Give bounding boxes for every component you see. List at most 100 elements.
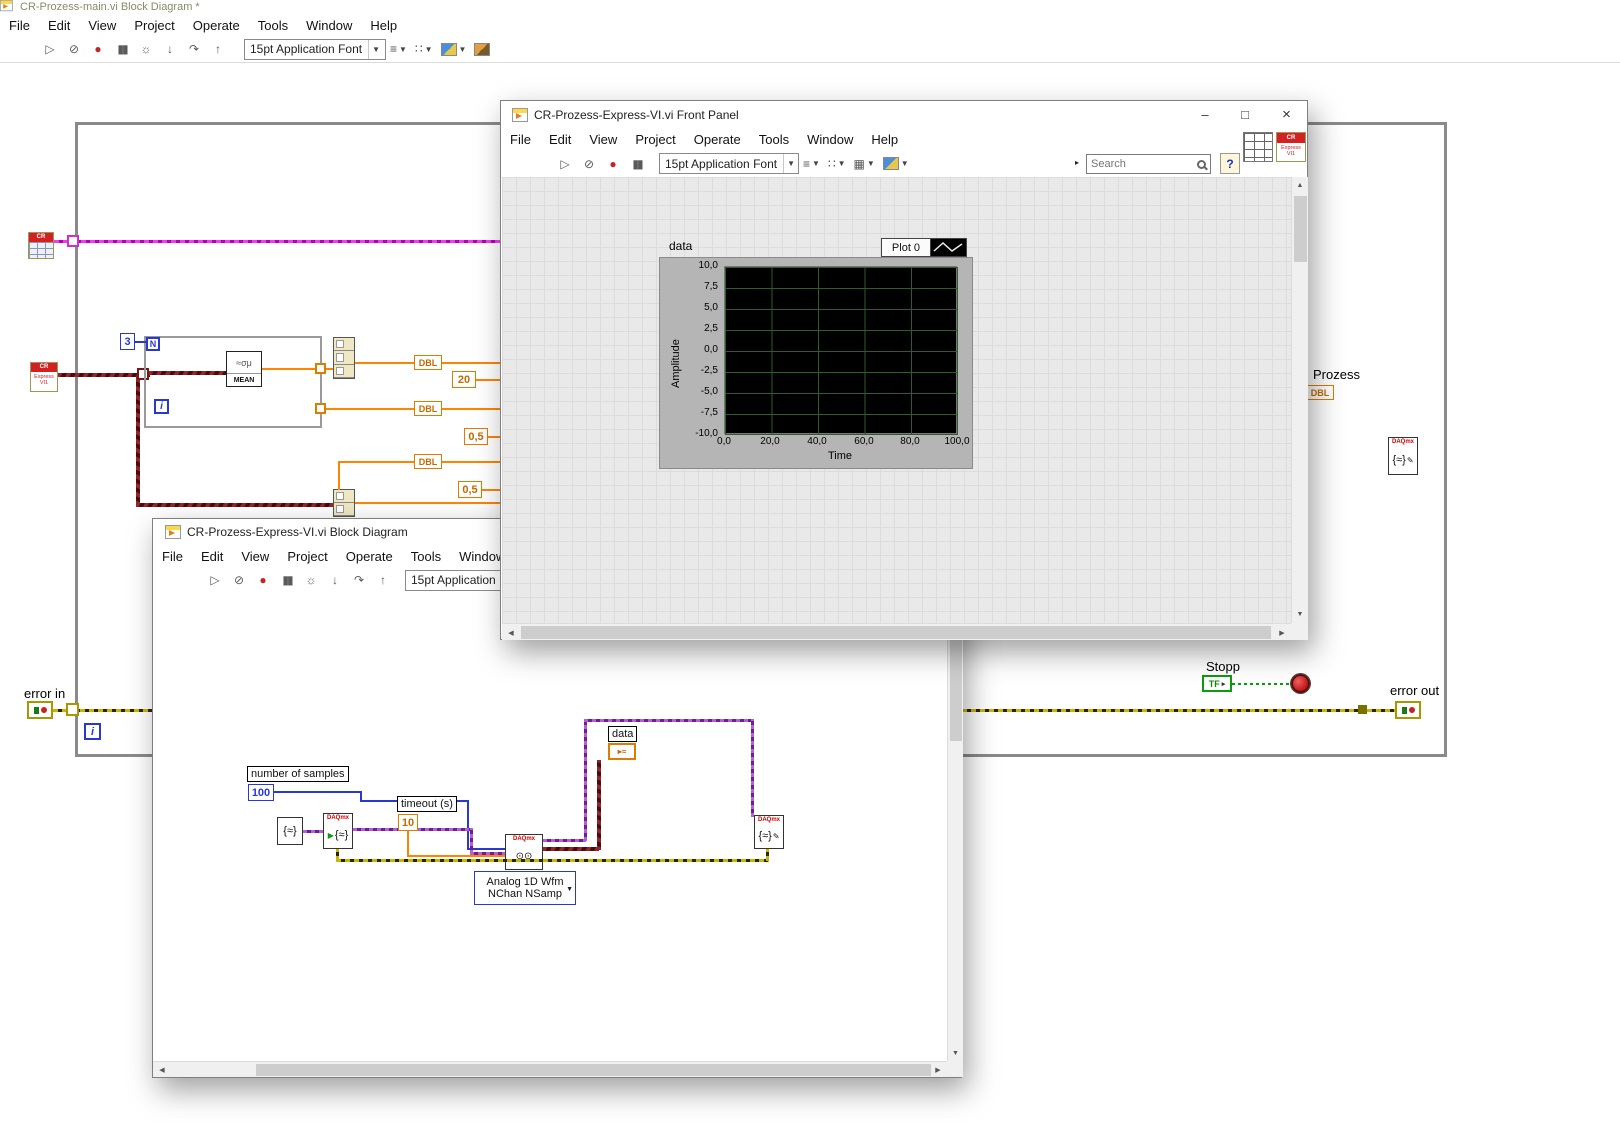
numeric-constant[interactable]: 0,5 bbox=[458, 481, 482, 498]
help-button[interactable]: ? bbox=[1220, 153, 1240, 174]
abort-button[interactable]: ● bbox=[253, 570, 273, 590]
iteration-terminal[interactable]: i bbox=[84, 723, 101, 740]
menu-item-project[interactable]: Project bbox=[626, 129, 684, 150]
reorder-dropdown[interactable]: ▼ bbox=[882, 157, 909, 170]
pause-button[interactable]: ▮▮ bbox=[627, 154, 647, 174]
align-objects-dropdown[interactable]: ≡ ▼ bbox=[390, 42, 407, 56]
vi-icon[interactable]: CR Express VI1 bbox=[1276, 132, 1306, 162]
menu-item-tools[interactable]: Tools bbox=[402, 546, 450, 567]
minimize-button[interactable]: – bbox=[1185, 101, 1225, 128]
waveform-chart[interactable]: Amplitude 10,0 7,5 5,0 2,5 0,0 -2,5 -5,0… bbox=[659, 257, 973, 469]
scroll-down-icon[interactable]: ▼ bbox=[949, 1047, 962, 1059]
daqmx-write-node[interactable]: DAQmx {≈} ✎ bbox=[1388, 437, 1418, 475]
maximize-button[interactable]: □ bbox=[1225, 101, 1265, 128]
error-in-terminal[interactable] bbox=[27, 701, 53, 719]
fp-horizontal-scrollbar[interactable]: ◀ ▶ bbox=[502, 623, 1291, 640]
connector-pane-icon[interactable] bbox=[1243, 132, 1273, 162]
step-into-button[interactable]: ↓ bbox=[160, 39, 180, 59]
error-out-terminal[interactable] bbox=[1395, 701, 1421, 719]
resize-objects-dropdown[interactable]: ▼ bbox=[440, 42, 466, 56]
cleanup-diagram-button[interactable] bbox=[474, 42, 491, 56]
run-continuous-button[interactable]: ⊘ bbox=[64, 39, 84, 59]
search-input[interactable] bbox=[1091, 155, 1197, 173]
highlight-execution-button[interactable]: ☼ bbox=[136, 39, 156, 59]
scrollbar-thumb[interactable] bbox=[1294, 196, 1307, 262]
cr-table-node[interactable]: CR bbox=[28, 232, 54, 259]
build-array-node[interactable] bbox=[333, 337, 355, 379]
menu-item-file[interactable]: File bbox=[153, 546, 192, 567]
polymorphic-selector[interactable]: Analog 1D Wfm NChan NSamp ▼ bbox=[474, 871, 576, 905]
menu-item-tools[interactable]: Tools bbox=[750, 129, 798, 150]
step-into-button[interactable]: ↓ bbox=[325, 570, 345, 590]
font-selector[interactable]: 15pt Application Font ▼ bbox=[244, 38, 386, 60]
numeric-constant[interactable]: 20 bbox=[452, 371, 476, 388]
numeric-constant[interactable]: 3 bbox=[120, 333, 135, 350]
menu-item-edit[interactable]: Edit bbox=[192, 546, 232, 567]
fp-vertical-scrollbar[interactable]: ▲ ▼ bbox=[1291, 177, 1308, 623]
run-continuous-button[interactable]: ⊘ bbox=[229, 570, 249, 590]
bd-horizontal-scrollbar[interactable]: ◀ ▶ bbox=[153, 1061, 947, 1077]
menu-item-project[interactable]: Project bbox=[125, 15, 183, 36]
scroll-right-icon[interactable]: ▶ bbox=[1275, 626, 1289, 639]
step-out-button[interactable]: ↑ bbox=[208, 39, 228, 59]
menu-item-operate[interactable]: Operate bbox=[685, 129, 750, 150]
menu-item-operate[interactable]: Operate bbox=[184, 15, 249, 36]
resize-objects-dropdown[interactable]: ▦ ▼ bbox=[854, 157, 875, 171]
menu-item-window[interactable]: Window bbox=[798, 129, 862, 150]
align-objects-dropdown[interactable]: ≡ ▼ bbox=[803, 157, 820, 171]
scrollbar-thumb[interactable] bbox=[256, 1064, 931, 1076]
font-selector[interactable]: 15pt Application Font ▼ bbox=[659, 153, 799, 174]
timeout-label[interactable]: timeout (s) bbox=[397, 796, 457, 812]
menu-item-project[interactable]: Project bbox=[278, 546, 336, 567]
menu-item-window[interactable]: Window bbox=[297, 15, 361, 36]
menu-item-file[interactable]: File bbox=[501, 129, 540, 150]
scroll-left-icon[interactable]: ◀ bbox=[155, 1064, 169, 1076]
menu-item-operate[interactable]: Operate bbox=[337, 546, 402, 567]
pause-button[interactable]: ▮▮ bbox=[277, 570, 297, 590]
step-over-button[interactable]: ↷ bbox=[349, 570, 369, 590]
scroll-right-icon[interactable]: ▶ bbox=[931, 1064, 945, 1076]
daqmx-start-task-node[interactable]: DAQmx ▶ {≈} bbox=[323, 813, 353, 849]
scroll-down-icon[interactable]: ▼ bbox=[1293, 608, 1307, 621]
distribute-objects-dropdown[interactable]: ∷ ▼ bbox=[415, 42, 433, 56]
stop-button-node[interactable] bbox=[1291, 674, 1310, 693]
cr-express-vi-node[interactable]: CR Express VI1 bbox=[30, 362, 58, 392]
search-expand-icon[interactable]: ▸ bbox=[1075, 158, 1079, 167]
close-button[interactable]: × bbox=[1265, 101, 1308, 128]
menu-item-view[interactable]: View bbox=[580, 129, 626, 150]
run-continuous-button[interactable]: ⊘ bbox=[579, 154, 599, 174]
build-array-node[interactable] bbox=[333, 489, 355, 517]
main-window-titlebar[interactable]: CR-Prozess-main.vi Block Diagram * bbox=[0, 0, 600, 14]
plot-legend[interactable]: Plot 0 bbox=[881, 238, 967, 257]
run-button[interactable]: ▷ bbox=[555, 154, 575, 174]
scroll-up-icon[interactable]: ▲ bbox=[1293, 179, 1307, 192]
menu-item-tools[interactable]: Tools bbox=[249, 15, 297, 36]
numeric-constant[interactable]: 0,5 bbox=[464, 428, 488, 445]
data-indicator-terminal[interactable]: ▸≈ bbox=[608, 743, 636, 760]
search-box[interactable] bbox=[1086, 154, 1211, 174]
bd-vertical-scrollbar[interactable]: ▲ ▼ bbox=[947, 593, 963, 1061]
stop-boolean-terminal[interactable]: TF ▸ bbox=[1202, 675, 1232, 692]
distribute-objects-dropdown[interactable]: ∷ ▼ bbox=[828, 157, 846, 171]
data-label[interactable]: data bbox=[608, 726, 638, 742]
menu-item-edit[interactable]: Edit bbox=[540, 129, 580, 150]
run-button[interactable]: ▷ bbox=[205, 570, 225, 590]
timeout-constant[interactable]: 10 bbox=[398, 814, 418, 831]
step-out-button[interactable]: ↑ bbox=[373, 570, 393, 590]
run-button[interactable]: ▷ bbox=[40, 39, 60, 59]
loop-count-terminal[interactable]: N bbox=[146, 337, 160, 351]
abort-button[interactable]: ● bbox=[88, 39, 108, 59]
daqmx-clear-task-node[interactable]: DAQmx {≈} ✎ bbox=[754, 815, 784, 849]
abort-button[interactable]: ● bbox=[603, 154, 623, 174]
highlight-execution-button[interactable]: ☼ bbox=[301, 570, 321, 590]
scroll-left-icon[interactable]: ◀ bbox=[504, 626, 518, 639]
menu-item-edit[interactable]: Edit bbox=[39, 15, 79, 36]
scrollbar-thumb[interactable] bbox=[521, 626, 1271, 639]
samples-constant[interactable]: 100 bbox=[248, 784, 274, 801]
daqmx-create-channel-node[interactable]: {≈} bbox=[277, 817, 303, 845]
step-over-button[interactable]: ↷ bbox=[184, 39, 204, 59]
pause-button[interactable]: ▮▮ bbox=[112, 39, 132, 59]
menu-item-file[interactable]: File bbox=[0, 15, 39, 36]
menu-item-help[interactable]: Help bbox=[361, 15, 406, 36]
daqmx-read-node[interactable]: DAQmx ⊙⊙ bbox=[505, 834, 543, 870]
